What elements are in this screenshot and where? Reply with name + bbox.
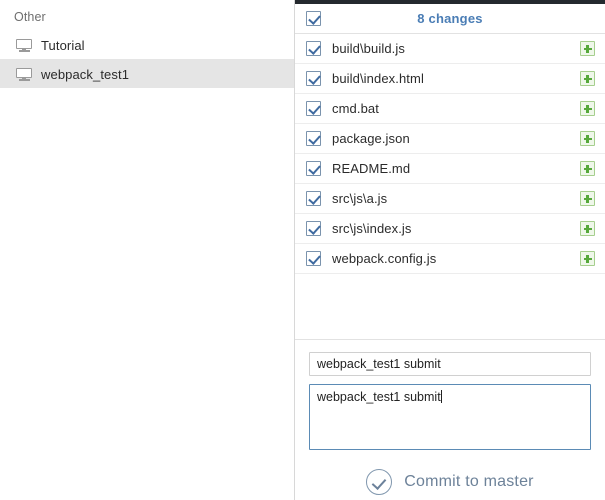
- file-path-label: src\js\a.js: [332, 191, 388, 206]
- file-path-label: README.md: [332, 161, 411, 176]
- table-row[interactable]: README.md: [295, 154, 605, 184]
- sidebar-item-label: Tutorial: [41, 37, 85, 53]
- commit-form: webpack_test1 submit Commit to master: [295, 340, 605, 500]
- sidebar-item-webpack-test1[interactable]: webpack_test1: [0, 59, 294, 88]
- file-checkbox[interactable]: [306, 101, 321, 116]
- file-added-icon: [580, 101, 595, 116]
- file-checkbox[interactable]: [306, 191, 321, 206]
- changes-header: 8 changes: [295, 4, 605, 34]
- commit-description-text: webpack_test1 submit: [317, 390, 441, 404]
- table-row[interactable]: build\build.js: [295, 34, 605, 64]
- file-checkbox[interactable]: [306, 131, 321, 146]
- file-path-label: build\build.js: [332, 41, 405, 56]
- file-checkbox[interactable]: [306, 251, 321, 266]
- file-added-icon: [580, 131, 595, 146]
- file-path-label: src\js\index.js: [332, 221, 412, 236]
- file-added-icon: [580, 191, 595, 206]
- file-checkbox[interactable]: [306, 71, 321, 86]
- changes-panel: 8 changes build\build.js build\index.htm…: [294, 0, 605, 500]
- monitor-icon: [16, 38, 32, 52]
- file-path-label: cmd.bat: [332, 101, 379, 116]
- file-added-icon: [580, 71, 595, 86]
- file-checkbox[interactable]: [306, 161, 321, 176]
- sidebar-item-tutorial[interactable]: Tutorial: [0, 30, 294, 59]
- monitor-icon: [16, 67, 32, 81]
- file-checkbox[interactable]: [306, 41, 321, 56]
- commit-summary-input[interactable]: [309, 352, 591, 376]
- repository-sidebar: Other Tutorial webpack_test1: [0, 0, 294, 500]
- file-added-icon: [580, 161, 595, 176]
- select-all-files-checkbox[interactable]: [306, 11, 321, 26]
- file-path-label: webpack.config.js: [332, 251, 437, 266]
- table-row[interactable]: webpack.config.js: [295, 244, 605, 274]
- sidebar-item-label: webpack_test1: [41, 66, 130, 82]
- sidebar-group-label: Other: [14, 10, 46, 24]
- changed-files-list[interactable]: build\build.js build\index.html cmd.bat: [295, 34, 605, 340]
- changes-count-label: 8 changes: [417, 11, 483, 26]
- table-row[interactable]: cmd.bat: [295, 94, 605, 124]
- file-added-icon: [580, 251, 595, 266]
- file-checkbox[interactable]: [306, 221, 321, 236]
- file-path-label: package.json: [332, 131, 410, 146]
- commit-button-label: Commit to master: [404, 473, 534, 490]
- app-window: Other Tutorial webpack_test1 8 changes b…: [0, 0, 605, 500]
- file-added-icon: [580, 221, 595, 236]
- table-row[interactable]: src\js\index.js: [295, 214, 605, 244]
- table-row[interactable]: package.json: [295, 124, 605, 154]
- commit-to-master-button[interactable]: Commit to master: [309, 464, 591, 500]
- table-row[interactable]: build\index.html: [295, 64, 605, 94]
- check-circle-icon: [366, 469, 393, 495]
- table-row[interactable]: src\js\a.js: [295, 184, 605, 214]
- file-added-icon: [580, 41, 595, 56]
- text-cursor: [440, 390, 442, 403]
- commit-description-textarea[interactable]: webpack_test1 submit: [309, 384, 591, 450]
- file-path-label: build\index.html: [332, 71, 424, 86]
